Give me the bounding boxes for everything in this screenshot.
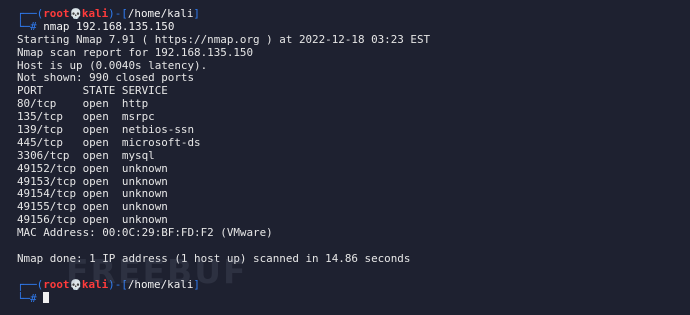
output-mac: MAC Address: 00:0C:29:BF:FD:F2 (VMware) xyxy=(17,226,273,240)
prompt-user: root xyxy=(43,7,70,20)
output-done: Nmap done: 1 IP address (1 host up) scan… xyxy=(17,251,411,265)
output-report: Nmap scan report for 192.168.135.150 xyxy=(17,45,254,59)
port-row: 139/tcp open netbios-ssn xyxy=(17,123,195,137)
command-text: nmap 192.168.135.150 xyxy=(43,19,175,33)
port-row: 3306/tcp open mysql xyxy=(17,148,155,162)
terminal-window[interactable]: ┌──(root💀kali)-[/home/kali] └─# nmap 192… xyxy=(0,0,690,315)
skull-icon: 💀 xyxy=(69,9,82,20)
text-cursor[interactable] xyxy=(43,291,50,303)
prompt-path: /home/kali xyxy=(127,7,194,20)
port-row: 445/tcp open microsoft-ds xyxy=(17,135,201,149)
port-row: 49152/tcp open unknown xyxy=(17,161,168,175)
prompt-user: root xyxy=(43,277,70,291)
prompt-path: /home/kali xyxy=(127,277,194,291)
output-start: Starting Nmap 7.91 ( https://nmap.org ) … xyxy=(17,32,431,46)
prompt-host: kali xyxy=(81,277,109,291)
prompt-host: kali xyxy=(81,7,109,20)
prompt-line-2: ┌──(root💀kali)-[/home/kali] xyxy=(17,277,200,291)
input-line[interactable]: └─# xyxy=(17,291,690,305)
command-line: └─# nmap 192.168.135.150 xyxy=(17,19,175,33)
prompt-hash: # xyxy=(30,19,37,33)
prompt-hash: # xyxy=(30,291,37,305)
skull-icon: 💀 xyxy=(69,279,82,291)
